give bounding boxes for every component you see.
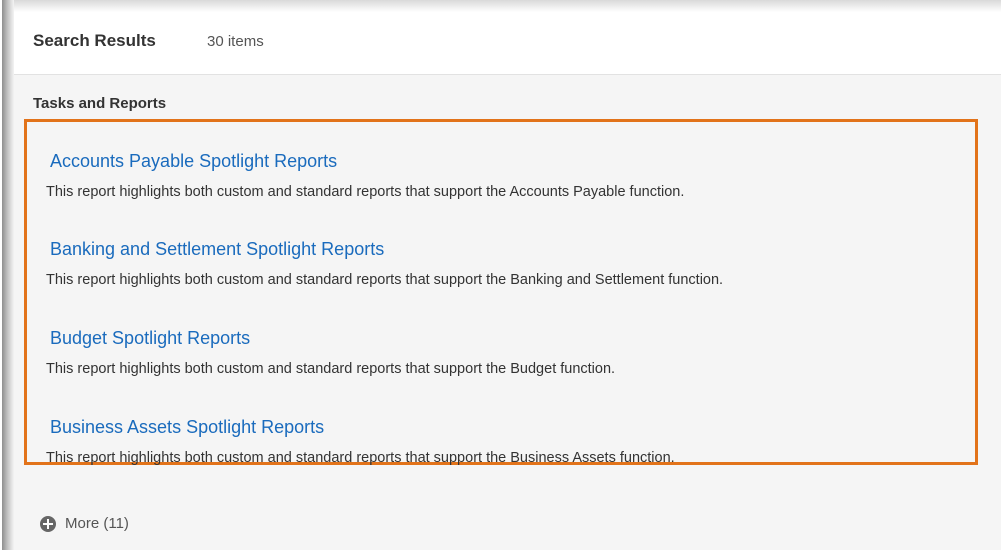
header-title: Search Results xyxy=(33,31,156,50)
result-description: This report highlights both custom and s… xyxy=(46,361,616,377)
search-results-panel: Search Results 30 items Tasks and Report… xyxy=(14,12,1001,550)
more-results-button[interactable]: More (11) xyxy=(40,515,129,532)
highlighted-results-box: Accounts Payable Spotlight Reports This … xyxy=(24,119,978,466)
result-description: This report highlights both custom and s… xyxy=(46,272,724,288)
result-description: This report highlights both custom and s… xyxy=(46,450,675,466)
result-link-budget[interactable]: Budget Spotlight Reports xyxy=(50,328,250,349)
result-description: This report highlights both custom and s… xyxy=(46,184,685,200)
more-label: More (11) xyxy=(65,515,129,532)
search-results-header: Search Results 30 items xyxy=(14,12,1001,75)
result-link-banking-settlement[interactable]: Banking and Settlement Spotlight Reports xyxy=(50,239,384,260)
result-count: 30 items xyxy=(207,33,264,50)
plus-circle-icon xyxy=(40,515,56,532)
result-link-accounts-payable[interactable]: Accounts Payable Spotlight Reports xyxy=(50,151,337,172)
result-link-business-assets[interactable]: Business Assets Spotlight Reports xyxy=(50,417,324,438)
section-title: Tasks and Reports xyxy=(33,95,167,112)
top-shadow xyxy=(14,0,1001,12)
